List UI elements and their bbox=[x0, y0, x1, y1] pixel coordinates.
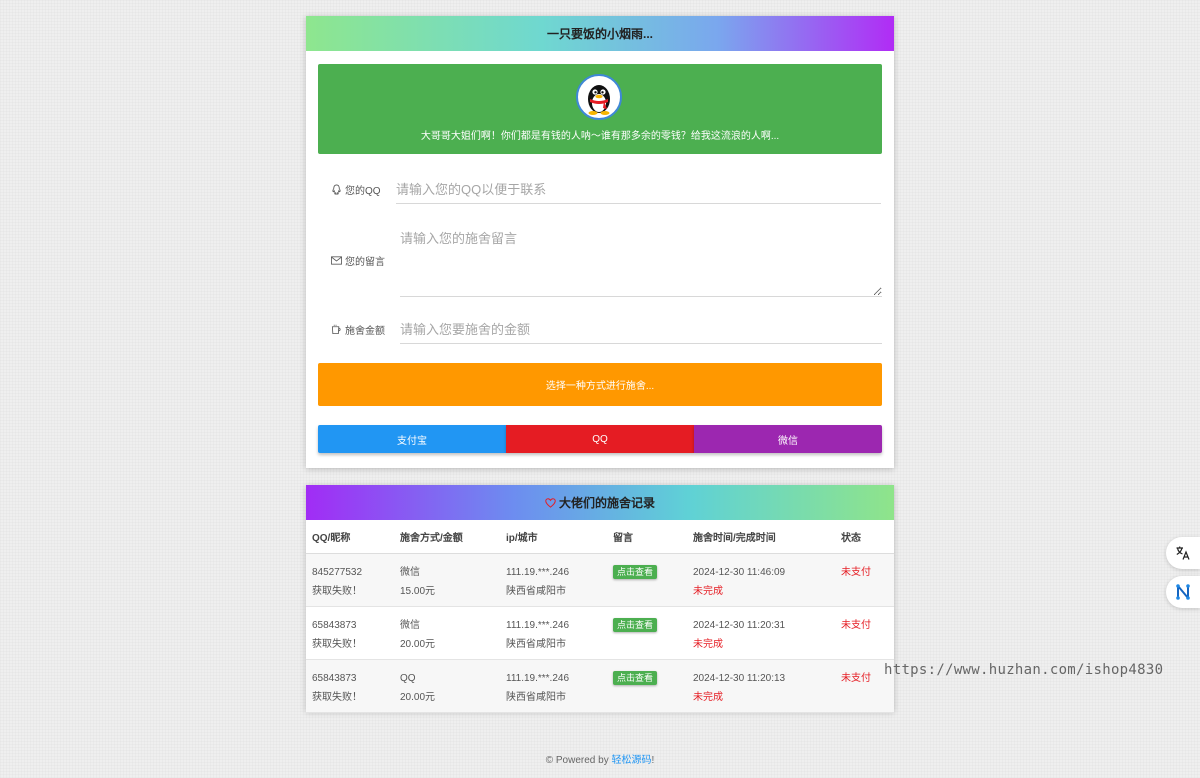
qq-field-label: 您的QQ bbox=[331, 182, 381, 197]
pay-amount: 20.00元 bbox=[400, 639, 436, 650]
donor-qq: 845277532 bbox=[312, 567, 363, 578]
network-n-icon bbox=[1176, 584, 1190, 600]
column-header: ip/城市 bbox=[500, 520, 607, 554]
donor-nickname: 获取失败！ bbox=[312, 639, 362, 650]
message-textarea[interactable] bbox=[400, 226, 882, 297]
table-row: 65843873 获取失败！ QQ 20.00元 111.19.***.246 陕西省… bbox=[306, 659, 894, 713]
donor-city: 陕西省咸阳市 bbox=[506, 692, 566, 703]
table-row: 845277532 获取失败！ 微信 15.00元 111.19.***.246 陕西… bbox=[306, 553, 894, 607]
pay-amount: 15.00元 bbox=[400, 586, 436, 597]
envelope-icon bbox=[331, 256, 342, 265]
footer-prefix: © Powered by bbox=[545, 755, 612, 766]
message-field-label: 您的留言 bbox=[331, 253, 385, 268]
cup-icon bbox=[331, 324, 341, 335]
table-header-row: QQ/昵称 施舍方式/金额 ip/城市 留言 施舍时间/完成时间 状态 bbox=[306, 520, 894, 554]
amount-input[interactable] bbox=[400, 316, 882, 344]
records-table: QQ/昵称 施舍方式/金额 ip/城市 留言 施舍时间/完成时间 状态 8452… bbox=[306, 520, 894, 713]
penguin-icon bbox=[588, 85, 610, 115]
qq-penguin-avatar bbox=[576, 74, 622, 120]
heart-icon bbox=[545, 497, 556, 508]
pay-method: QQ bbox=[400, 673, 416, 684]
payment-method-row: 支付宝 QQ 微信 bbox=[318, 425, 882, 453]
column-header: 留言 bbox=[607, 520, 687, 554]
records-card-header: 大佬们的施舍记录 bbox=[306, 485, 894, 520]
donor-nickname: 获取失败！ bbox=[312, 692, 362, 703]
translate-button[interactable] bbox=[1166, 537, 1200, 569]
view-message-button[interactable]: 点击查看 bbox=[613, 565, 658, 579]
qq-icon bbox=[332, 184, 341, 195]
alipay-button[interactable]: 支付宝 bbox=[318, 425, 506, 453]
page-title: 一只要饭的小烟雨... bbox=[546, 27, 653, 41]
donor-city: 陕西省咸阳市 bbox=[506, 586, 566, 597]
complete-time: 未完成 bbox=[693, 692, 723, 703]
intro-text: 大哥哥大姐们啊！你们都是有钱的人呐～谁有那多余的零钱？给我这流浪的人啊... bbox=[420, 131, 780, 142]
footer-link[interactable]: 轻松源码 bbox=[611, 755, 651, 766]
view-message-button[interactable]: 点击查看 bbox=[613, 671, 658, 685]
footer: © Powered by 轻松源码! bbox=[0, 751, 1200, 766]
amount-field-label: 施舍金额 bbox=[331, 322, 385, 337]
watermark-url: https://www.huzhan.com/ishop4830 bbox=[884, 662, 1164, 678]
donor-ip: 111.19.***.246 bbox=[506, 673, 570, 684]
pay-method: 微信 bbox=[400, 620, 420, 631]
donor-ip: 111.19.***.246 bbox=[506, 620, 570, 631]
intro-banner: 大哥哥大姐们啊！你们都是有钱的人呐～谁有那多余的零钱？给我这流浪的人啊... bbox=[318, 64, 882, 154]
donor-qq: 65843873 bbox=[312, 673, 357, 684]
footer-suffix: ! bbox=[651, 755, 655, 766]
donate-time: 2024-12-30 11:20:13 bbox=[693, 673, 786, 684]
complete-time: 未完成 bbox=[693, 586, 723, 597]
donation-card-header: 一只要饭的小烟雨... bbox=[306, 16, 894, 51]
table-row: 65843873 获取失败！ 微信 20.00元 111.19.***.246 陕西省… bbox=[306, 606, 894, 660]
donate-time: 2024-12-30 11:20:31 bbox=[693, 620, 786, 631]
donor-ip: 111.19.***.246 bbox=[506, 567, 570, 578]
column-header: 施舍方式/金额 bbox=[394, 520, 500, 554]
donation-card: 一只要饭的小烟雨... 大哥哥大姐们啊！你们都是有钱的人呐～谁有那多余的零钱？给… bbox=[306, 16, 894, 468]
records-title: 大佬们的施舍记录 bbox=[558, 496, 655, 510]
records-card: 大佬们的施舍记录 QQ/昵称 施舍方式/金额 ip/城市 留言 施舍时间/完成时… bbox=[306, 485, 894, 713]
qq-input[interactable] bbox=[396, 176, 881, 204]
donate-time: 2024-12-30 11:46:09 bbox=[693, 567, 786, 578]
wechat-pay-button[interactable]: 微信 bbox=[694, 425, 882, 453]
status-badge: 未支付 bbox=[841, 567, 871, 578]
donor-nickname: 获取失败！ bbox=[312, 586, 362, 597]
view-message-button[interactable]: 点击查看 bbox=[613, 618, 658, 632]
column-header: QQ/昵称 bbox=[306, 520, 394, 554]
choose-method-bar: 选择一种方式进行施舍... bbox=[318, 363, 882, 406]
complete-time: 未完成 bbox=[693, 639, 723, 650]
assistant-button[interactable] bbox=[1166, 576, 1200, 608]
donor-city: 陕西省咸阳市 bbox=[506, 639, 566, 650]
pay-amount: 20.00元 bbox=[400, 692, 436, 703]
column-header: 状态 bbox=[835, 520, 894, 554]
status-badge: 未支付 bbox=[841, 620, 871, 631]
column-header: 施舍时间/完成时间 bbox=[687, 520, 835, 554]
donor-qq: 65843873 bbox=[312, 620, 357, 631]
qq-pay-button[interactable]: QQ bbox=[506, 425, 694, 453]
pay-method: 微信 bbox=[400, 567, 420, 578]
translate-icon bbox=[1176, 546, 1190, 560]
